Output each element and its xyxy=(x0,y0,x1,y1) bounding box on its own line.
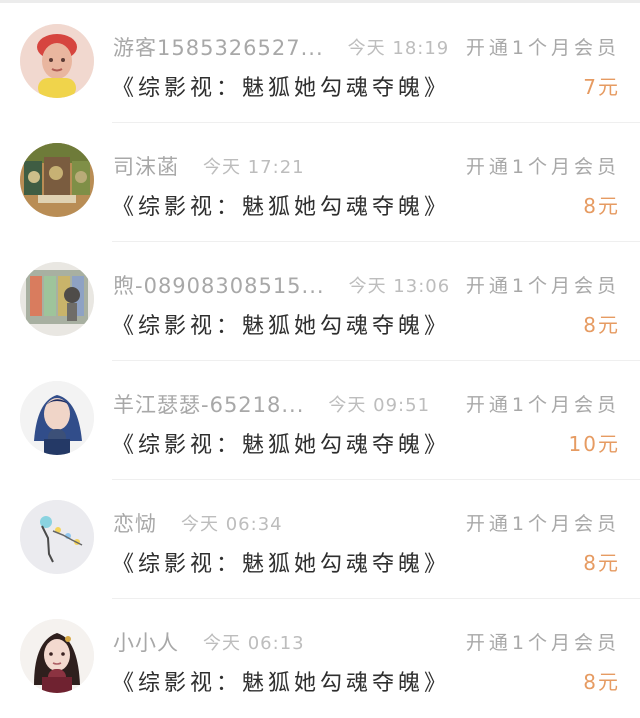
list-item[interactable]: 恋恸 今天 06:34 开通1个月会员 《综影视：魅狐她勾魂夺魄》 8元 xyxy=(0,480,640,599)
user-name: 羊江瑟瑟-65218... xyxy=(113,393,305,417)
timestamp: 今天 09:51 xyxy=(328,395,431,416)
list-item[interactable]: 游客1585326527... 今天 18:19 开通1个月会员 《综影视：魅狐… xyxy=(0,4,640,123)
avatar-icon[interactable] xyxy=(20,381,94,455)
user-name: 煦-08908308515... xyxy=(113,274,325,298)
book-title: 《综影视：魅狐她勾魂夺魄》 xyxy=(112,671,451,696)
user-name: 恋恸 xyxy=(113,512,157,536)
user-name: 司沫菡 xyxy=(113,155,179,179)
purchase-history-page: 游客1585326527... 今天 18:19 开通1个月会员 《综影视：魅狐… xyxy=(0,0,640,716)
avatar-icon[interactable] xyxy=(20,619,94,693)
book-title: 《综影视：魅狐她勾魂夺魄》 xyxy=(112,552,451,577)
price: 10元 xyxy=(568,432,620,456)
user-name: 小小人 xyxy=(113,631,179,655)
avatar-icon[interactable] xyxy=(20,500,94,574)
top-divider xyxy=(0,0,640,3)
list-item[interactable]: 煦-08908308515... 今天 13:06 开通1个月会员 《综影视：魅… xyxy=(0,242,640,361)
timestamp: 今天 13:06 xyxy=(348,276,451,297)
timestamp: 今天 06:13 xyxy=(203,633,305,654)
avatar-icon[interactable] xyxy=(20,262,94,336)
price: 8元 xyxy=(583,551,620,575)
list-item[interactable]: 羊江瑟瑟-65218... 今天 09:51 开通1个月会员 《综影视：魅狐她勾… xyxy=(0,361,640,480)
timestamp: 今天 18:19 xyxy=(347,38,450,59)
timestamp: 今天 17:21 xyxy=(203,157,305,178)
membership-text: 开通1个月会员 xyxy=(465,513,620,535)
price: 8元 xyxy=(583,670,620,694)
book-title: 《综影视：魅狐她勾魂夺魄》 xyxy=(112,314,451,339)
membership-text: 开通1个月会员 xyxy=(465,37,620,59)
purchase-list: 游客1585326527... 今天 18:19 开通1个月会员 《综影视：魅狐… xyxy=(0,4,640,718)
timestamp: 今天 06:34 xyxy=(181,514,283,535)
avatar-icon[interactable] xyxy=(20,24,94,98)
membership-text: 开通1个月会员 xyxy=(465,275,620,297)
list-item[interactable]: 小小人 今天 06:13 开通1个月会员 《综影视：魅狐她勾魂夺魄》 8元 xyxy=(0,599,640,718)
book-title: 《综影视：魅狐她勾魂夺魄》 xyxy=(112,76,451,101)
user-name: 游客1585326527... xyxy=(113,36,324,60)
list-item[interactable]: 司沫菡 今天 17:21 开通1个月会员 《综影视：魅狐她勾魂夺魄》 8元 xyxy=(0,123,640,242)
membership-text: 开通1个月会员 xyxy=(465,632,620,654)
membership-text: 开通1个月会员 xyxy=(465,156,620,178)
avatar-icon[interactable] xyxy=(20,143,94,217)
price: 8元 xyxy=(583,194,620,218)
book-title: 《综影视：魅狐她勾魂夺魄》 xyxy=(112,195,451,220)
price: 8元 xyxy=(583,313,620,337)
price: 7元 xyxy=(583,75,620,99)
book-title: 《综影视：魅狐她勾魂夺魄》 xyxy=(112,433,451,458)
membership-text: 开通1个月会员 xyxy=(465,394,620,416)
